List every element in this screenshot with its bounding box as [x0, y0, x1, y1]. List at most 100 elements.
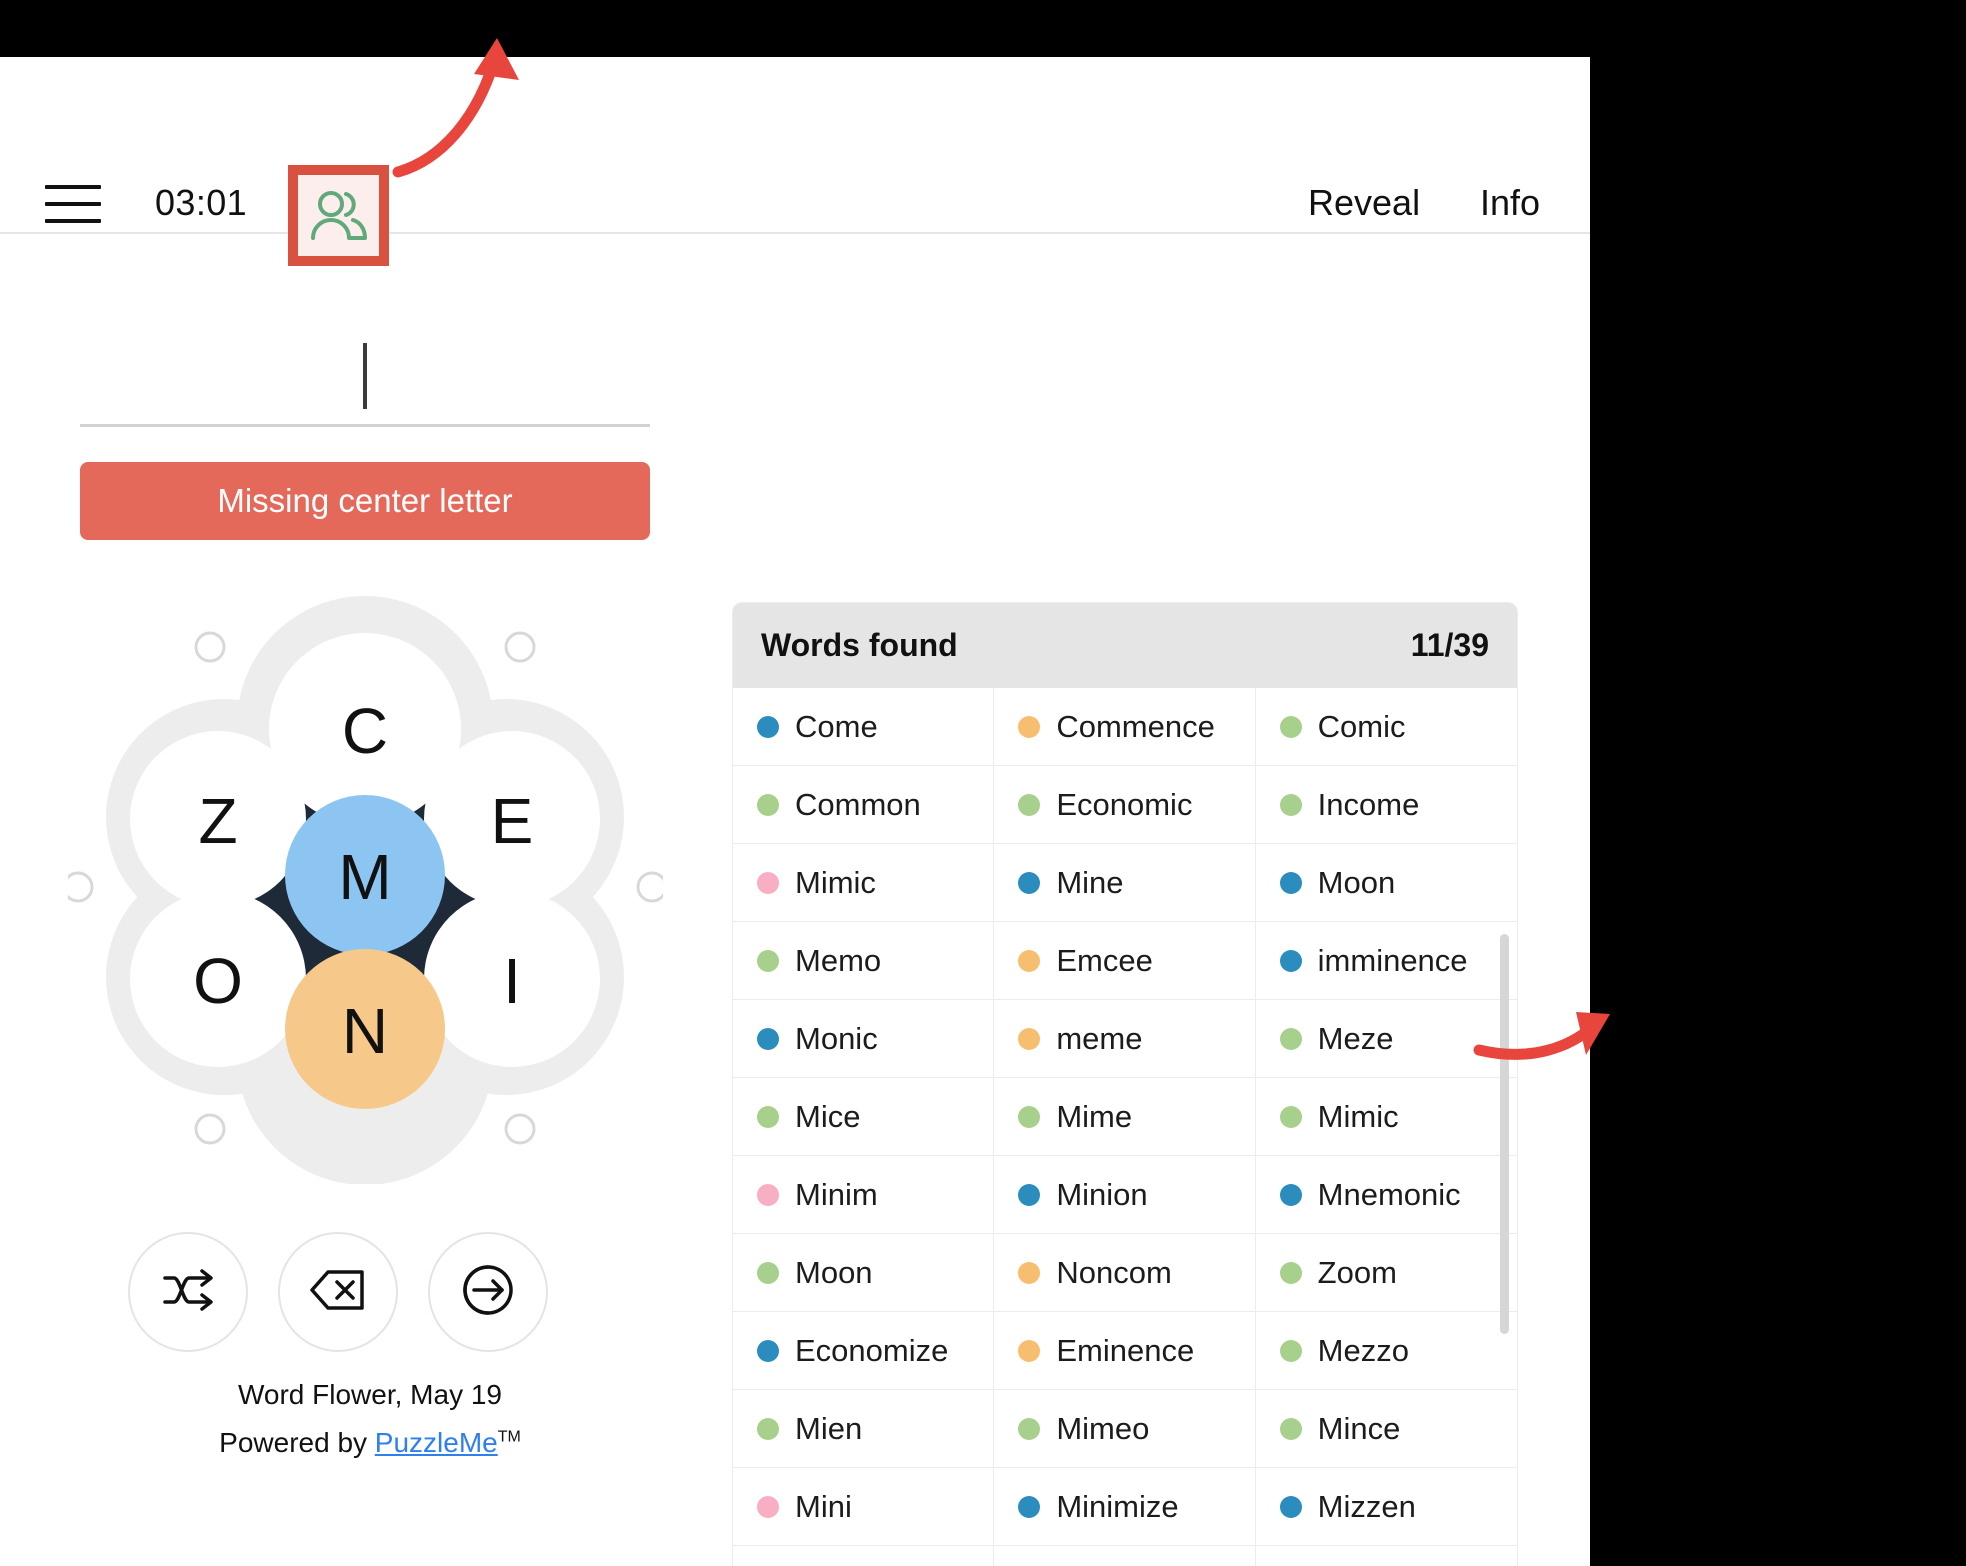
word-color-dot: [1279, 1183, 1302, 1206]
main-content: Missing center letter C E I N O Z M Word…: [0, 234, 1590, 1566]
word-cell: Comic: [1255, 688, 1517, 766]
words-found-panel: Words found 11/39 Come Commence Comic Commo…: [732, 602, 1518, 1566]
timer-display: 03:01: [155, 182, 248, 223]
word-color-dot: [1018, 1027, 1041, 1050]
word-color-dot: [757, 1261, 779, 1284]
word-label: Meze: [1317, 1020, 1394, 1056]
word-label: Moon: [1317, 864, 1396, 900]
word-flower-svg[interactable]: C E I N O Z M: [62, 589, 668, 1185]
word-label: Economic: [1056, 786, 1193, 822]
word-color-dot: [1279, 1261, 1302, 1284]
word-cell: Economic: [994, 766, 1256, 844]
word-color-dot: [1279, 1027, 1302, 1050]
flower-letter: I: [503, 945, 521, 1017]
word-label: Memo: [795, 942, 882, 978]
puzzle-title: Word Flower, May 19: [237, 1379, 503, 1410]
word-cell: Noncom: [994, 1234, 1256, 1312]
word-cell: Meze: [1255, 1000, 1517, 1078]
word-color-dot: [1018, 1183, 1041, 1206]
word-color-dot: [1018, 715, 1041, 738]
word-label: Mezzo: [1317, 1332, 1409, 1368]
word-cell: Monic: [733, 1000, 995, 1078]
puzzle-footer: Word Flower, May 19 Powered by PuzzleMeT…: [0, 1374, 740, 1470]
word-cell: Mizzen: [1255, 1468, 1517, 1546]
word-cell: Mine: [994, 844, 1256, 922]
word-color-dot: [1018, 1261, 1041, 1284]
word-cell: imminence: [1255, 922, 1517, 1000]
word-color-dot: [1018, 949, 1041, 972]
word-color-dot: [1279, 1339, 1302, 1362]
enter-button[interactable]: [428, 1232, 548, 1352]
word-cell: Minimize: [994, 1468, 1256, 1546]
word-cell: Mimic: [733, 844, 995, 922]
words-scrollbar-thumb[interactable]: [1500, 934, 1509, 1334]
word-cell: Mien: [733, 1390, 995, 1468]
word-cell: Mnemonic: [1255, 1156, 1517, 1234]
word-cell: Moon: [1255, 844, 1517, 922]
word-color-dot: [757, 793, 779, 816]
word-label: Minim: [795, 1176, 878, 1212]
word-color-dot: [1279, 1417, 1302, 1440]
word-color-dot: [757, 949, 779, 972]
words-found-body[interactable]: Come Commence Comic Common Economic Income Mim…: [733, 688, 1517, 1566]
puzzle-controls: [128, 1232, 548, 1352]
flower-letter: Z: [198, 785, 237, 857]
word-color-dot: [757, 1417, 779, 1440]
hamburger-line: [45, 219, 101, 223]
word-label: Mimic: [1317, 1098, 1399, 1134]
word-label: Mice: [795, 1098, 861, 1134]
word-color-dot: [1279, 1105, 1302, 1128]
puzzle-column: Missing center letter C E I N O Z M Word…: [0, 234, 740, 1566]
flower-letter-bottom: N: [342, 995, 388, 1067]
shuffle-icon: [161, 1266, 215, 1319]
word-label: Commence: [1056, 708, 1215, 744]
word-cell: Mimeo: [994, 1390, 1256, 1468]
word-cell: Mice: [733, 1078, 995, 1156]
word-color-dot: [1018, 793, 1041, 816]
word-cell: Moon: [1256, 1546, 1517, 1566]
info-button[interactable]: Info: [1480, 182, 1540, 224]
word-label: Monic: [795, 1020, 878, 1056]
enter-icon: [462, 1264, 514, 1321]
word-color-dot: [757, 1495, 779, 1518]
hamburger-menu-icon[interactable]: [45, 185, 101, 227]
backspace-icon: [310, 1268, 366, 1317]
word-label: Eminence: [1056, 1332, 1195, 1368]
word-flower[interactable]: C E I N O Z M: [62, 589, 668, 1185]
powered-by-text: Powered by: [219, 1427, 375, 1458]
word-label: imminence: [1317, 942, 1468, 978]
words-found-header: Words found 11/39: [733, 603, 1517, 688]
word-color-dot: [757, 1183, 779, 1206]
word-color-dot: [757, 871, 779, 894]
backspace-button[interactable]: [278, 1232, 398, 1352]
word-color-dot: [1279, 715, 1302, 738]
word-label: Mini: [795, 1488, 852, 1524]
puzzleme-link[interactable]: PuzzleMe: [375, 1427, 498, 1458]
word-label: Mien: [795, 1410, 863, 1446]
word-cell: Income: [1255, 766, 1517, 844]
word-cell: Mini: [733, 1468, 995, 1546]
word-cell: Economize: [733, 1312, 995, 1390]
word-label: Mime: [1056, 1098, 1133, 1134]
word-cell: Mezzo: [1255, 1312, 1517, 1390]
word-color-dot: [757, 1027, 779, 1050]
word-color-dot: [757, 1339, 779, 1362]
status-message: Missing center letter: [80, 462, 650, 540]
word-entry-field[interactable]: [80, 329, 650, 427]
word-label: Mine: [1056, 864, 1124, 900]
word-color-dot: [1018, 1105, 1041, 1128]
shuffle-button[interactable]: [128, 1232, 248, 1352]
word-label: Economize: [795, 1332, 949, 1368]
words-found-title: Words found: [761, 627, 958, 663]
word-label: Moon: [795, 1254, 873, 1290]
word-color-dot: [1018, 871, 1041, 894]
word-cell: Memo: [733, 922, 995, 1000]
word-color-dot: [1018, 1495, 1041, 1518]
word-color-dot: [757, 715, 779, 738]
word-cell: Commence: [994, 688, 1256, 766]
flower-letter: C: [342, 695, 388, 767]
word-label: Mimeo: [1056, 1410, 1150, 1446]
reveal-button[interactable]: Reveal: [1308, 182, 1420, 224]
word-color-dot: [1279, 949, 1302, 972]
word-color-dot: [1279, 871, 1302, 894]
